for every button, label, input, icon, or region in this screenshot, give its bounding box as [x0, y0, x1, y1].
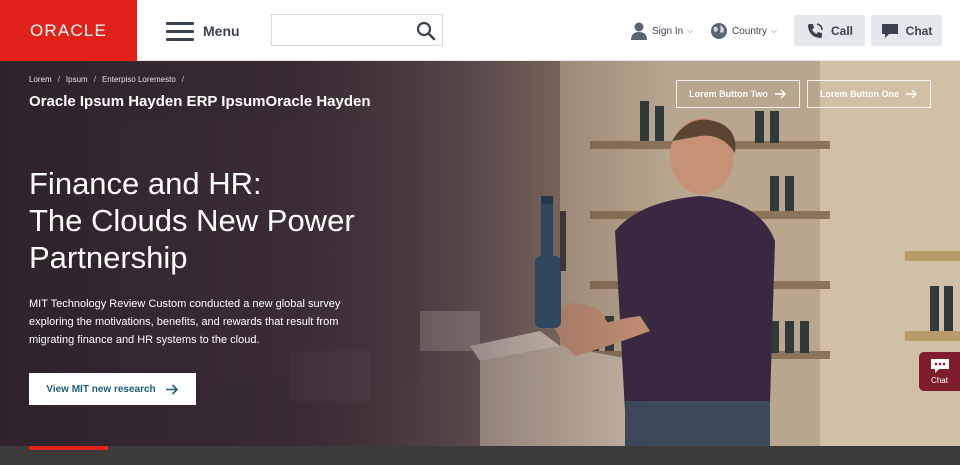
description-line: MIT Technology Review Custom conducted a…: [29, 298, 341, 310]
page-title: Oracle Ipsum Hayden ERP IpsumOracle Hayd…: [29, 93, 371, 110]
hero-headline: Finance and HR: The Clouds New Power Par…: [29, 165, 449, 276]
arrow-right-icon: [906, 89, 917, 99]
chevron-down-icon: ⌵: [687, 26, 694, 35]
breadcrumb-item[interactable]: Enterpiso Loremesto: [102, 75, 176, 84]
globe-icon: [711, 23, 727, 39]
chat-tab-label: Chat: [931, 376, 948, 385]
slide-indicator-bar: [0, 446, 960, 465]
breadcrumb-item[interactable]: Ipsum: [66, 75, 88, 84]
breadcrumb: Lorem / Ipsum / Enterpiso Loremesto /: [29, 75, 184, 84]
breadcrumb-separator: /: [57, 75, 60, 84]
menu-label: Menu: [203, 23, 240, 39]
country-label: Country: [732, 25, 768, 37]
lorem-button-one[interactable]: Lorem Button One: [807, 80, 931, 108]
cta-label: View MIT new research: [46, 383, 156, 395]
arrow-right-icon: [165, 383, 178, 395]
headline-line: Finance and HR:: [29, 166, 262, 201]
chat-label: Chat: [905, 23, 933, 38]
call-button[interactable]: Call: [794, 15, 865, 46]
search-box: [271, 14, 443, 46]
lorem-button-two[interactable]: Lorem Button Two: [676, 80, 800, 108]
headline-line: Partnership: [29, 240, 188, 275]
oracle-logo[interactable]: ORACLE: [0, 0, 137, 61]
description-line: exploring the motivations, benefits, and…: [29, 316, 339, 328]
chevron-down-icon: ⌵: [771, 26, 778, 35]
chat-button[interactable]: Chat: [871, 15, 942, 46]
search-icon[interactable]: [416, 21, 436, 41]
description-line: migrating finance and HR systems to the …: [29, 334, 260, 346]
sign-in-link[interactable]: Sign In ⌵: [630, 20, 693, 42]
sign-in-label: Sign In: [652, 25, 684, 37]
site-header: ORACLE Menu Sign In ⌵ Country ⌵ Call Cha…: [0, 0, 960, 61]
user-icon: [631, 22, 647, 40]
search-input[interactable]: [272, 15, 412, 45]
arrow-right-icon: [774, 89, 786, 99]
button-one-label: Lorem Button One: [820, 89, 899, 99]
chat-bubble-icon: [881, 23, 898, 38]
hamburger-icon: [166, 21, 194, 41]
breadcrumb-separator: /: [181, 75, 185, 84]
phone-icon: [807, 22, 823, 38]
country-selector[interactable]: Country ⌵: [710, 20, 777, 42]
menu-button[interactable]: Menu: [166, 18, 240, 44]
breadcrumb-item[interactable]: Lorem: [29, 75, 52, 84]
logo-text: ORACLE: [29, 20, 108, 40]
slide-progress: [29, 446, 108, 450]
floating-chat-tab[interactable]: Chat: [919, 352, 960, 391]
view-research-button[interactable]: View MIT new research: [29, 373, 196, 405]
breadcrumb-separator: /: [93, 75, 96, 84]
chat-bubble-icon: [930, 359, 949, 373]
call-label: Call: [830, 23, 853, 38]
hero-banner: Lorem / Ipsum / Enterpiso Loremesto / Or…: [0, 61, 960, 465]
hero-description: MIT Technology Review Custom conducted a…: [29, 295, 399, 349]
button-two-label: Lorem Button Two: [689, 89, 768, 99]
headline-line: The Clouds New Power: [29, 203, 355, 238]
